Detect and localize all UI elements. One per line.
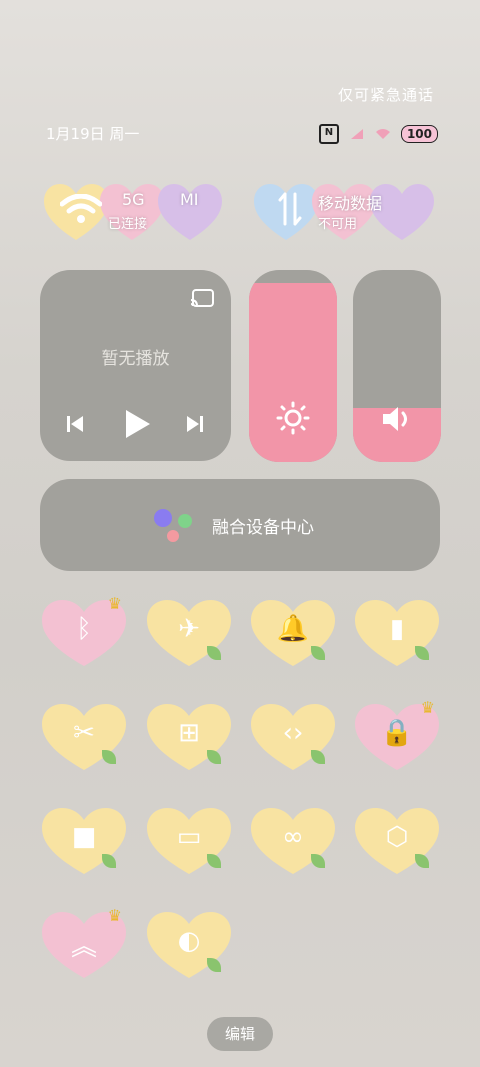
leaf-icon [311,750,325,764]
toggle-rotation-lock[interactable]: 🔒 ♛ [355,698,439,772]
airplane-icon: ✈ [178,614,200,644]
previous-track-icon[interactable] [64,413,86,435]
wifi-icon [60,194,102,223]
leaf-icon [207,646,221,660]
leaf-icon [102,854,116,868]
rotation-lock-icon: 🔒 [380,718,414,748]
wifi-ssid-text: MI [180,190,199,209]
bell-icon: 🔔 [276,614,310,644]
toggle-video[interactable]: ■ [42,808,126,876]
leaf-icon [102,750,116,764]
mobile-data-label: 移动数据 [318,194,383,213]
nfc-icon: N [318,124,339,144]
screenshot-icon: ✂ [73,718,95,748]
link-icon: ∞ [282,822,304,852]
hub-icon [154,509,192,542]
wifi-card[interactable]: 5G MI 已连接 [40,178,230,244]
cast-icon: ▭ [176,822,202,852]
wifi-band-text: 5G [122,190,145,209]
crown-icon: ♛ [420,698,435,717]
brightness-fill [249,283,337,462]
brightness-icon [276,401,310,435]
code-icon: ‹› [282,718,304,748]
video-icon: ■ [71,822,97,852]
leaf-icon [207,854,221,868]
mobile-data-card[interactable]: 移动数据 不可用 [250,178,440,244]
leaf-icon [311,854,325,868]
leaf-icon [207,958,221,972]
cast-icon[interactable] [189,288,215,310]
settings-icon: ⬡ [385,822,409,852]
toggle-code[interactable]: ‹› [251,704,335,772]
status-icons: N 100 [318,124,438,144]
edit-button[interactable]: 编辑 [207,1017,273,1051]
bluetooth-icon: ᛒ [76,614,92,644]
toggle-bluetooth[interactable]: ᛒ ♛ [42,594,126,668]
battery-saver-icon: ⊞ [178,718,200,748]
dark-mode-icon: ◐ [177,926,201,956]
hub-label: 融合设备中心 [212,518,314,538]
leaf-icon [311,646,325,660]
crown-icon: ♛ [107,594,122,613]
next-track-icon[interactable] [184,413,206,435]
play-icon[interactable] [122,408,152,440]
boost-icon: ︽ [70,932,97,962]
mobile-data-status: 不可用 [318,217,358,232]
mobile-data-icon [278,192,302,226]
leaf-icon [207,750,221,764]
signal-icon [350,129,363,139]
toggle-dark-mode[interactable]: ◐ [147,912,231,980]
battery-indicator: 100 [400,125,438,143]
toggle-cast[interactable]: ▭ [147,808,231,876]
crown-icon: ♛ [107,906,122,925]
volume-slider[interactable] [353,270,441,462]
media-player-tile[interactable]: 暂无播放 [40,270,231,461]
toggle-flashlight[interactable]: ▮ [355,600,439,668]
wifi-status-text: 已连接 [108,217,148,232]
wifi-status-icon [375,129,390,139]
date-text: 1月19日 周一 [46,125,140,143]
leaf-icon [415,854,429,868]
volume-icon [383,407,407,431]
toggle-settings[interactable]: ⬡ [355,808,439,876]
toggle-link[interactable]: ∞ [251,808,335,876]
brightness-slider[interactable] [249,270,337,462]
toggle-bell[interactable]: 🔔 [251,600,335,668]
toggle-battery-saver[interactable]: ⊞ [147,704,231,772]
flashlight-icon: ▮ [389,614,405,644]
emergency-calls-only-text: 仅可紧急通话 [337,86,434,104]
media-title: 暂无播放 [101,349,170,369]
toggle-screenshot[interactable]: ✂ [42,704,126,772]
toggle-airplane[interactable]: ✈ [147,600,231,668]
leaf-icon [415,646,429,660]
toggle-boost[interactable]: ︽ ♛ [42,906,126,980]
device-hub-tile[interactable]: 融合设备中心 [40,479,440,571]
